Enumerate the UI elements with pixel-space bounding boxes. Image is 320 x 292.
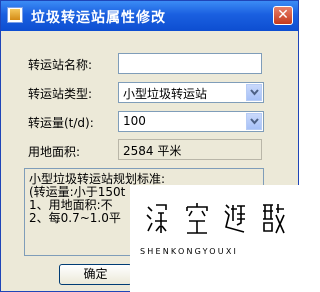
chevron-down-icon[interactable] <box>246 113 262 130</box>
window-title: 垃圾转运站属性修改 <box>31 10 166 26</box>
volume-select[interactable]: 100 <box>118 111 264 132</box>
seal-glyph-2 <box>186 203 208 234</box>
station-name-input[interactable] <box>118 53 262 74</box>
volume-label: 转运量(t/d): <box>28 116 94 130</box>
close-icon: ✕ <box>277 7 289 23</box>
area-label: 用地面积: <box>28 145 81 159</box>
watermark-text: SHENKONGYOUXI <box>140 247 239 256</box>
seal-glyph-1 <box>146 204 167 233</box>
app-icon <box>7 7 23 23</box>
station-type-label: 转运站类型: <box>28 87 93 101</box>
station-type-value: 小型垃圾转运站 <box>123 87 208 101</box>
ok-button[interactable]: 确定 <box>59 264 132 285</box>
seal-glyph-4 <box>263 204 285 234</box>
station-type-select[interactable]: 小型垃圾转运站 <box>118 82 264 103</box>
station-name-label: 转运站名称: <box>28 58 93 72</box>
title-bar[interactable]: 垃圾转运站属性修改 ✕ <box>1 1 298 31</box>
watermark-logo: SHENKONGYOUXI <box>130 185 299 292</box>
volume-value: 100 <box>123 114 146 128</box>
close-button[interactable]: ✕ <box>273 6 293 25</box>
area-value: 2584 平米 <box>118 139 262 160</box>
seal-glyph-3 <box>224 204 245 233</box>
chevron-down-icon[interactable] <box>246 84 262 101</box>
